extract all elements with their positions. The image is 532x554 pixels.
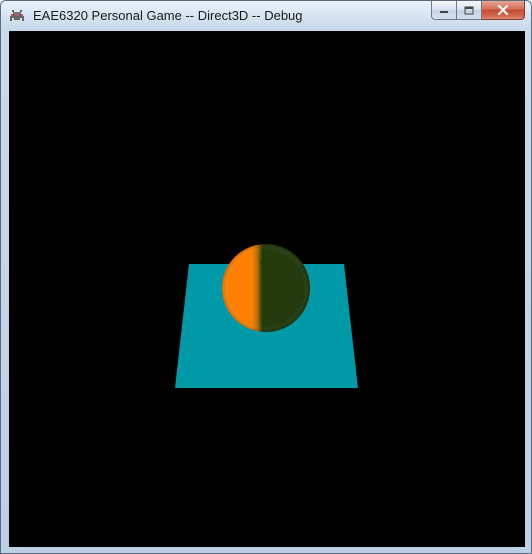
caption-buttons — [431, 1, 525, 21]
space-invader-icon — [10, 10, 24, 21]
title-bar[interactable]: EAE6320 Personal Game -- Direct3D -- Deb… — [1, 1, 531, 31]
minimize-icon — [440, 11, 448, 13]
maximize-icon — [464, 6, 474, 14]
window-title: EAE6320 Personal Game -- Direct3D -- Deb… — [33, 8, 303, 23]
3d-scene — [175, 244, 358, 388]
minimize-button[interactable] — [431, 1, 457, 20]
sphere — [222, 244, 310, 332]
close-button[interactable] — [482, 1, 525, 20]
close-icon — [497, 5, 509, 15]
app-window: EAE6320 Personal Game -- Direct3D -- Deb… — [0, 0, 532, 554]
maximize-button[interactable] — [457, 1, 482, 20]
render-viewport[interactable] — [9, 31, 525, 547]
